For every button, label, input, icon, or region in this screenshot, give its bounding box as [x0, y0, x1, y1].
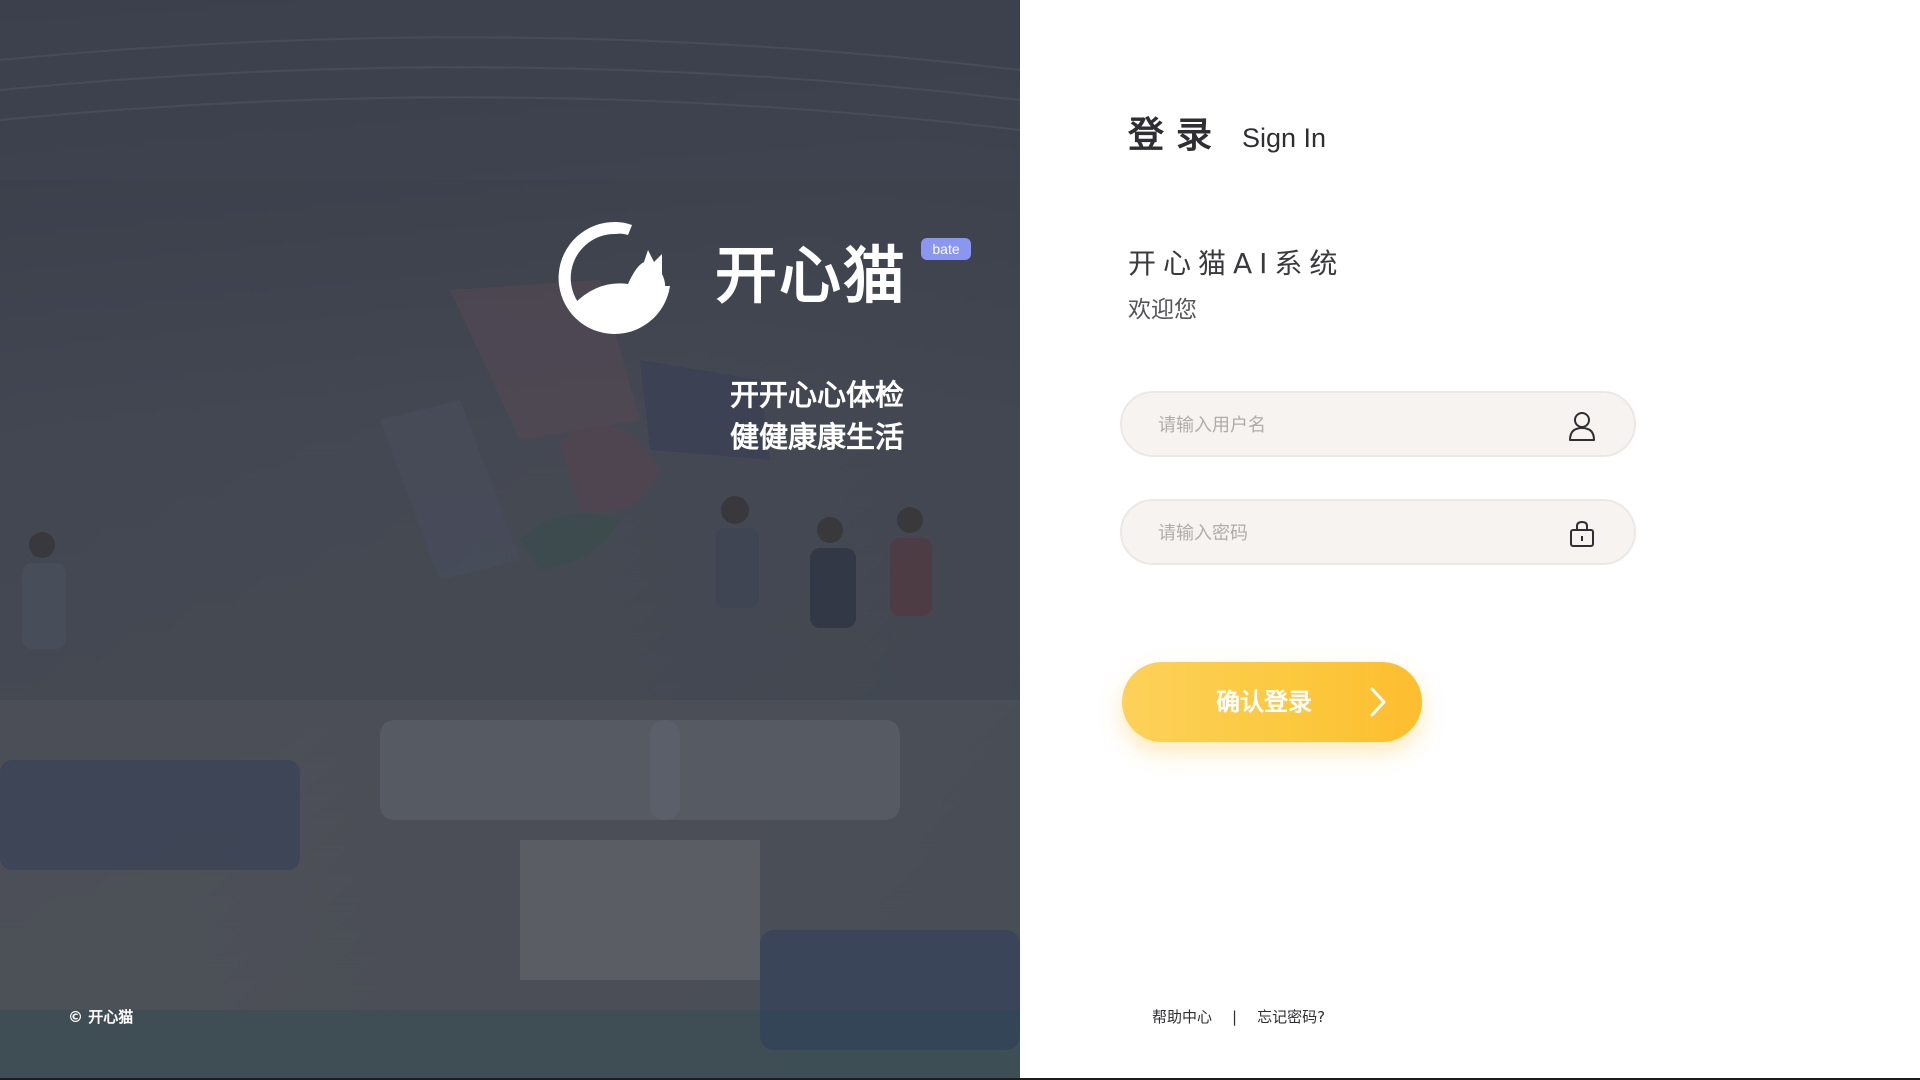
login-title-en: Sign In	[1242, 123, 1327, 153]
user-icon	[1569, 412, 1595, 441]
username-field	[1120, 391, 1636, 457]
login-panel: 登录 Sign In 开心猫AI系统 欢迎您 确认登录	[1020, 0, 1920, 1078]
confirm-login-label: 确认登录	[1216, 688, 1312, 716]
footer-links: 帮助中心 | 忘记密码?	[1152, 1006, 1325, 1027]
slogan-line-2: 健健康康生活	[729, 420, 904, 454]
hero-dark-overlay	[0, 0, 1020, 1078]
footer-separator: |	[1232, 1007, 1238, 1026]
slogan: 开开心心体检 健健康康生活	[700, 374, 904, 458]
login-title: 登录 Sign In	[1128, 106, 1326, 158]
beta-badge: bate	[921, 238, 971, 260]
hero-panel: 开心猫 bate 开开心心体检 健健康康生活 © 开心猫	[0, 0, 1020, 1078]
password-input[interactable]	[1156, 501, 1560, 565]
welcome-text: 欢迎您	[1128, 297, 1197, 323]
chevron-right-icon	[1370, 687, 1386, 717]
brand-name: 开心猫	[715, 239, 908, 312]
help-center-link[interactable]: 帮助中心	[1152, 1006, 1212, 1027]
lock-icon	[1570, 520, 1594, 547]
password-field	[1120, 499, 1636, 565]
forgot-password-link[interactable]: 忘记密码?	[1257, 1006, 1325, 1027]
copyright-text: © 开心猫	[68, 1008, 134, 1026]
login-page: 开心猫 bate 开开心心体检 健健康康生活 © 开心猫 登录 Sign In …	[0, 0, 1920, 1080]
cat-logo-icon	[558, 221, 670, 334]
slogan-line-1: 开开心心体检	[729, 378, 904, 412]
confirm-login-button[interactable]: 确认登录	[1122, 662, 1422, 742]
login-title-cn: 登录	[1128, 115, 1225, 156]
system-name: 开心猫AI系统	[1128, 247, 1345, 280]
username-input[interactable]	[1156, 393, 1560, 457]
